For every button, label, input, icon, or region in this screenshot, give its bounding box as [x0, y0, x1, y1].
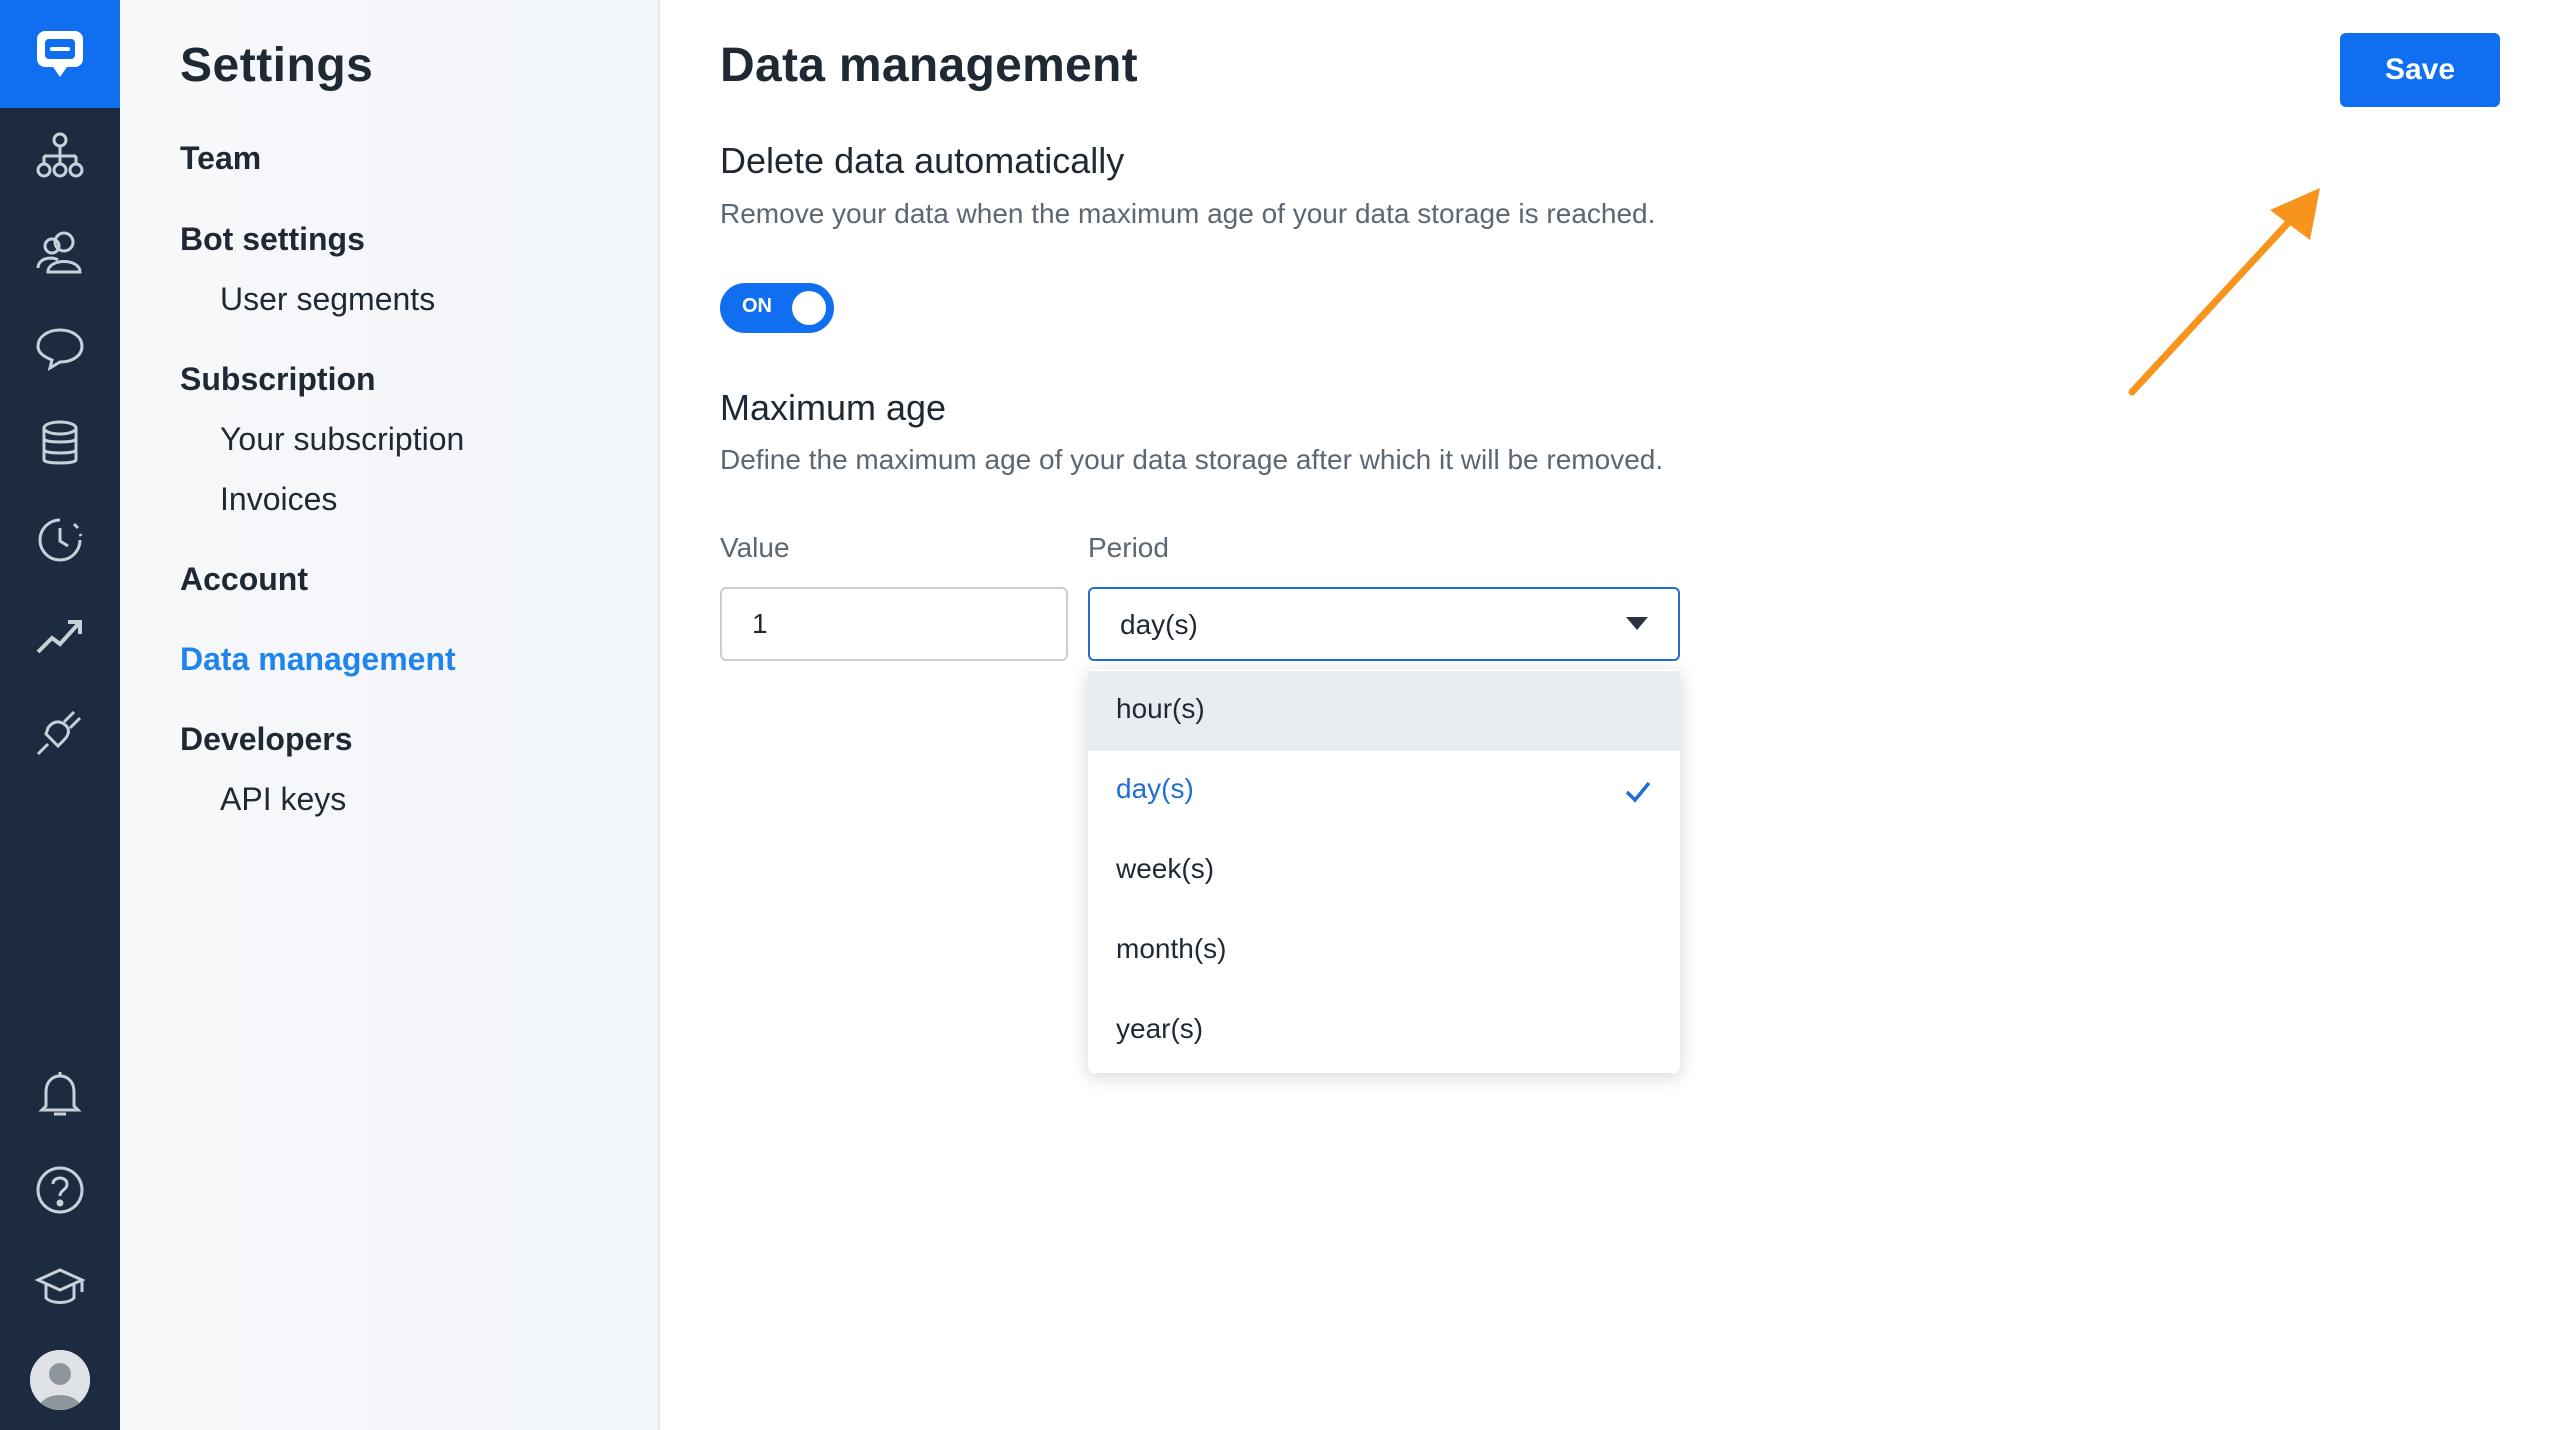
trending-icon[interactable] [30, 606, 90, 666]
history-icon[interactable] [30, 510, 90, 570]
chat-bubble-icon[interactable] [30, 318, 90, 378]
avatar[interactable] [30, 1350, 90, 1410]
option-hours[interactable]: hour(s) [1088, 671, 1680, 751]
chevron-down-icon [1626, 617, 1648, 630]
sidebar-item-developers[interactable]: Developers [180, 721, 353, 758]
value-label: Value [720, 532, 790, 563]
sidebar-item-api-keys[interactable]: API keys [220, 781, 346, 818]
delete-section-heading: Delete data automatically [720, 140, 1125, 181]
auto-delete-toggle[interactable]: ON [720, 283, 834, 333]
bell-icon[interactable] [30, 1064, 90, 1124]
chat-logo-icon[interactable] [0, 0, 120, 108]
plug-icon[interactable] [30, 702, 90, 762]
sidebar-item-invoices[interactable]: Invoices [220, 481, 337, 518]
period-select[interactable]: day(s) [1088, 587, 1680, 661]
option-weeks[interactable]: week(s) [1088, 831, 1680, 911]
option-label: year(s) [1116, 1013, 1204, 1044]
sidebar-title: Settings [180, 39, 374, 92]
page-title: Data management [720, 39, 1138, 92]
option-days[interactable]: day(s) [1088, 751, 1680, 831]
toggle-label: ON [742, 295, 772, 317]
option-label: hour(s) [1116, 693, 1205, 724]
annotation-arrow-icon [2128, 188, 2320, 396]
delete-section-description: Remove your data when the maximum age of… [720, 198, 1656, 229]
settings-sidebar: Settings Team Bot settings User segments… [120, 0, 660, 1430]
sidebar-item-subscription[interactable]: Subscription [180, 361, 376, 398]
max-age-description: Define the maximum age of your data stor… [720, 444, 1664, 475]
sidebar-item-team[interactable]: Team [180, 140, 261, 177]
period-dropdown-menu: hour(s) day(s) week(s) month(s) year(s) [1088, 669, 1680, 1073]
option-label: week(s) [1116, 853, 1215, 884]
sidebar-item-account[interactable]: Account [180, 561, 308, 598]
icon-rail [0, 0, 120, 1430]
option-years[interactable]: year(s) [1088, 991, 1680, 1071]
users-icon[interactable] [30, 222, 90, 282]
period-label: Period [1088, 532, 1169, 563]
value-input[interactable] [720, 587, 1068, 661]
sidebar-item-user-segments[interactable]: User segments [220, 281, 435, 318]
option-label: month(s) [1116, 933, 1227, 964]
sidebar-item-data-management[interactable]: Data management [180, 641, 456, 678]
sidebar-item-your-subscription[interactable]: Your subscription [220, 421, 464, 458]
period-selected-value: day(s) [1120, 609, 1198, 640]
save-button[interactable]: Save [2340, 33, 2500, 107]
database-icon[interactable] [30, 414, 90, 474]
option-months[interactable]: month(s) [1088, 911, 1680, 991]
help-icon[interactable] [30, 1160, 90, 1220]
sidebar-item-bot-settings[interactable]: Bot settings [180, 221, 365, 258]
org-chart-icon[interactable] [30, 126, 90, 186]
max-age-heading: Maximum age [720, 387, 947, 428]
option-label: day(s) [1116, 773, 1194, 804]
toggle-knob [792, 291, 826, 325]
graduation-cap-icon[interactable] [30, 1256, 90, 1316]
check-icon [1625, 781, 1651, 803]
